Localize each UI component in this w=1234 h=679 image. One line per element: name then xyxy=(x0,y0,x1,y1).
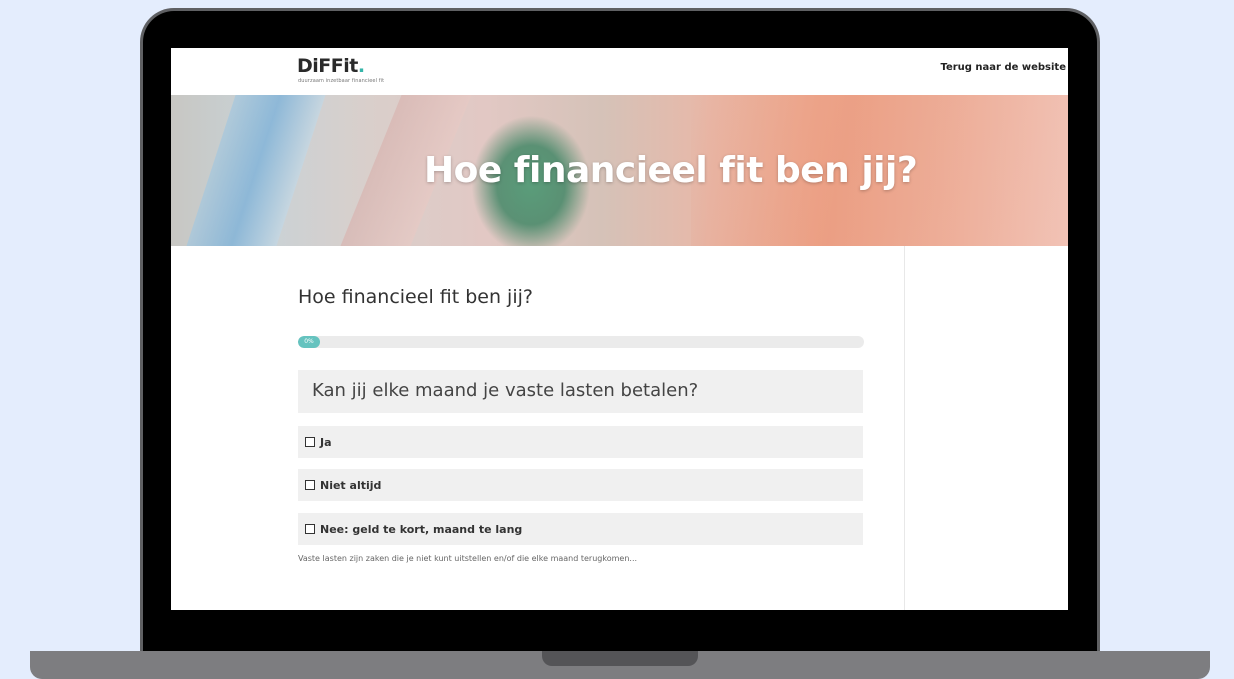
question-hint: Vaste lasten zijn zaken die je niet kunt… xyxy=(298,554,638,563)
sidebar-divider xyxy=(904,246,905,610)
hero-banner: Hoe financieel fit ben jij? xyxy=(171,95,1068,246)
option-label: Nee: geld te kort, maand te lang xyxy=(320,522,523,536)
question-text: Kan jij elke maand je vaste lasten betal… xyxy=(312,380,699,401)
progress-fill: 0% xyxy=(298,336,320,348)
question-box: Kan jij elke maand je vaste lasten betal… xyxy=(298,370,863,413)
logo-dot: . xyxy=(357,55,365,77)
option-label: Niet altijd xyxy=(320,478,382,492)
quiz-title: Hoe financieel fit ben jij? xyxy=(298,286,533,308)
progress-bar: 0% xyxy=(298,336,864,348)
quiz-content: Hoe financieel fit ben jij? 0% Kan jij e… xyxy=(171,246,1068,610)
answer-option-niet-altijd[interactable]: Niet altijd xyxy=(298,469,863,501)
checkbox-icon[interactable] xyxy=(305,480,315,490)
laptop-screen: DiFFit. duurzaam inzetbaar financieel fi… xyxy=(171,48,1068,610)
site-header: DiFFit. duurzaam inzetbaar financieel fi… xyxy=(171,48,1068,95)
checkbox-icon[interactable] xyxy=(305,524,315,534)
answer-option-nee[interactable]: Nee: geld te kort, maand te lang xyxy=(298,513,863,545)
answer-option-ja[interactable]: Ja xyxy=(298,426,863,458)
logo[interactable]: DiFFit. xyxy=(297,55,365,77)
checkbox-icon[interactable] xyxy=(305,437,315,447)
option-label: Ja xyxy=(320,435,332,449)
back-to-website-link[interactable]: Terug naar de website xyxy=(940,62,1066,73)
laptop-notch xyxy=(542,651,698,666)
hero-title: Hoe financieel fit ben jij? xyxy=(424,150,918,191)
logo-text: DiFFit xyxy=(297,55,358,77)
logo-tagline: duurzaam inzetbaar financieel fit xyxy=(298,78,385,84)
hero-bg-band xyxy=(186,95,326,246)
